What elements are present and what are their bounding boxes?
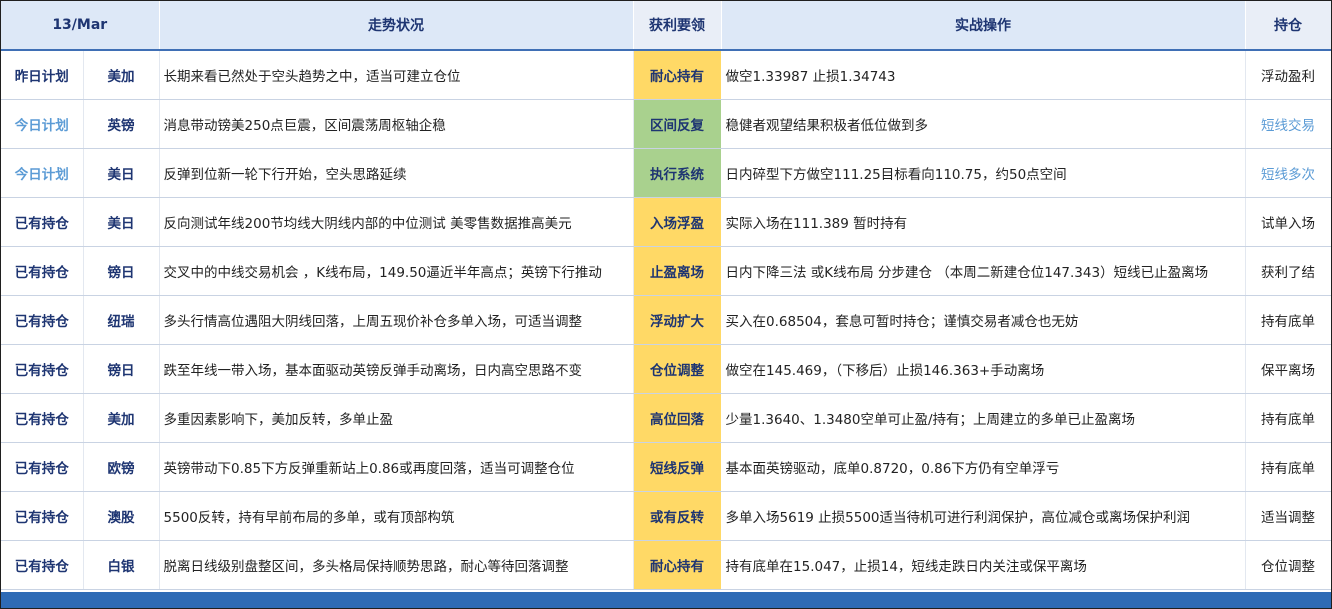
row-status: 已有持仓: [1, 491, 84, 541]
row-position: 仓位调整: [1245, 540, 1331, 590]
table-row: 已有持仓 美日 反向测试年线200节均线大阴线内部的中位测试 美零售数据推高美元…: [1, 197, 1331, 247]
row-key: 执行系统: [633, 148, 722, 198]
header-date: 13/Mar: [1, 1, 160, 51]
row-position: 试单入场: [1245, 197, 1331, 247]
row-trend: 脱离日线级别盘整区间，多头格局保持顺势思路，耐心等待回落调整: [159, 540, 634, 590]
row-action: 少量1.3640、1.3480空单可止盈/持有；上周建立的多单已止盈离场: [721, 393, 1246, 443]
footer-bar: [1, 592, 1331, 608]
table-row: 已有持仓 美加 多重因素影响下，美加反转，多单止盈 高位回落 少量1.3640、…: [1, 393, 1331, 443]
row-key: 高位回落: [633, 393, 722, 443]
row-key: 止盈离场: [633, 246, 722, 296]
trade-plan-table: 13/Mar 走势状况 获利要领 实战操作 持仓 昨日计划 美加 长期来看已然处…: [1, 1, 1331, 590]
row-key: 仓位调整: [633, 344, 722, 394]
row-trend: 5500反转，持有早前布局的多单，或有顶部构筑: [159, 491, 634, 541]
table-row: 已有持仓 澳股 5500反转，持有早前布局的多单，或有顶部构筑 或有反转 多单入…: [1, 491, 1331, 541]
row-position: 持有底单: [1245, 393, 1331, 443]
row-pair: 纽瑞: [83, 295, 160, 345]
row-action: 日内碎型下方做空111.25目标看向110.75，约50点空间: [721, 148, 1246, 198]
row-status: 昨日计划: [1, 50, 84, 100]
row-status: 今日计划: [1, 148, 84, 198]
row-key: 或有反转: [633, 491, 722, 541]
row-status: 已有持仓: [1, 344, 84, 394]
row-key: 浮动扩大: [633, 295, 722, 345]
row-trend: 多头行情高位遇阻大阴线回落，上周五现价补仓多单入场，可适当调整: [159, 295, 634, 345]
row-trend: 多重因素影响下，美加反转，多单止盈: [159, 393, 634, 443]
row-pair: 镑日: [83, 344, 160, 394]
row-action: 稳健者观望结果积极者低位做到多: [721, 99, 1246, 149]
header-position: 持仓: [1245, 1, 1331, 51]
table-row: 已有持仓 镑日 跌至年线一带入场，基本面驱动英镑反弹手动离场，日内高空思路不变 …: [1, 344, 1331, 394]
row-position: 短线交易: [1245, 99, 1331, 149]
table-row: 已有持仓 欧镑 英镑带动下0.85下方反弹重新站上0.86或再度回落，适当可调整…: [1, 442, 1331, 492]
row-trend: 消息带动镑美250点巨震，区间震荡周枢轴企稳: [159, 99, 634, 149]
row-key: 耐心持有: [633, 540, 722, 590]
header-key: 获利要领: [633, 1, 722, 51]
table-row: 已有持仓 镑日 交叉中的中线交易机会 ，K线布局，149.50逼近半年高点；英镑…: [1, 246, 1331, 296]
row-status: 已有持仓: [1, 393, 84, 443]
table-row: 已有持仓 纽瑞 多头行情高位遇阻大阴线回落，上周五现价补仓多单入场，可适当调整 …: [1, 295, 1331, 345]
row-status: 今日计划: [1, 99, 84, 149]
row-action: 基本面英镑驱动，底单0.8720，0.86下方仍有空单浮亏: [721, 442, 1246, 492]
row-key: 短线反弹: [633, 442, 722, 492]
row-trend: 交叉中的中线交易机会 ，K线布局，149.50逼近半年高点；英镑下行推动: [159, 246, 634, 296]
header-action: 实战操作: [721, 1, 1246, 51]
row-trend: 反向测试年线200节均线大阴线内部的中位测试 美零售数据推高美元: [159, 197, 634, 247]
table-row: 今日计划 英镑 消息带动镑美250点巨震，区间震荡周枢轴企稳 区间反复 稳健者观…: [1, 99, 1331, 149]
row-key: 区间反复: [633, 99, 722, 149]
row-action: 实际入场在111.389 暂时持有: [721, 197, 1246, 247]
row-status: 已有持仓: [1, 197, 84, 247]
table-row: 已有持仓 白银 脱离日线级别盘整区间，多头格局保持顺势思路，耐心等待回落调整 耐…: [1, 540, 1331, 590]
table-row: 昨日计划 美加 长期来看已然处于空头趋势之中，适当可建立仓位 耐心持有 做空1.…: [1, 50, 1331, 100]
row-key: 入场浮盈: [633, 197, 722, 247]
row-pair: 美日: [83, 148, 160, 198]
row-action: 做空在145.469，（下移后）止损146.363+手动离场: [721, 344, 1246, 394]
row-trend: 长期来看已然处于空头趋势之中，适当可建立仓位: [159, 50, 634, 100]
row-action: 日内下降三法 或K线布局 分步建仓 （本周二新建仓位147.343）短线已止盈离…: [721, 246, 1246, 296]
row-position: 获利了结: [1245, 246, 1331, 296]
row-status: 已有持仓: [1, 540, 84, 590]
trade-plan-sheet: 13/Mar 走势状况 获利要领 实战操作 持仓 昨日计划 美加 长期来看已然处…: [0, 0, 1332, 609]
row-trend: 反弹到位新一轮下行开始，空头思路延续: [159, 148, 634, 198]
row-position: 保平离场: [1245, 344, 1331, 394]
row-position: 持有底单: [1245, 295, 1331, 345]
row-trend: 英镑带动下0.85下方反弹重新站上0.86或再度回落，适当可调整仓位: [159, 442, 634, 492]
row-pair: 镑日: [83, 246, 160, 296]
row-action: 持有底单在15.047，止损14，短线走跌日内关注或保平离场: [721, 540, 1246, 590]
row-pair: 美日: [83, 197, 160, 247]
row-pair: 白银: [83, 540, 160, 590]
row-pair: 英镑: [83, 99, 160, 149]
row-action: 做空1.33987 止损1.34743: [721, 50, 1246, 100]
table-row: 今日计划 美日 反弹到位新一轮下行开始，空头思路延续 执行系统 日内碎型下方做空…: [1, 148, 1331, 198]
row-trend: 跌至年线一带入场，基本面驱动英镑反弹手动离场，日内高空思路不变: [159, 344, 634, 394]
row-pair: 欧镑: [83, 442, 160, 492]
row-pair: 美加: [83, 393, 160, 443]
header-trend: 走势状况: [159, 1, 634, 51]
row-position: 短线多次: [1245, 148, 1331, 198]
row-key: 耐心持有: [633, 50, 722, 100]
row-status: 已有持仓: [1, 442, 84, 492]
row-status: 已有持仓: [1, 295, 84, 345]
row-position: 浮动盈利: [1245, 50, 1331, 100]
row-action: 多单入场5619 止损5500适当待机可进行利润保护，高位减仓或离场保护利润: [721, 491, 1246, 541]
row-pair: 美加: [83, 50, 160, 100]
row-status: 已有持仓: [1, 246, 84, 296]
row-position: 适当调整: [1245, 491, 1331, 541]
row-pair: 澳股: [83, 491, 160, 541]
row-action: 买入在0.68504，套息可暂时持仓；谨慎交易者减仓也无妨: [721, 295, 1246, 345]
header-row: 13/Mar 走势状况 获利要领 实战操作 持仓: [1, 1, 1331, 51]
row-position: 持有底单: [1245, 442, 1331, 492]
